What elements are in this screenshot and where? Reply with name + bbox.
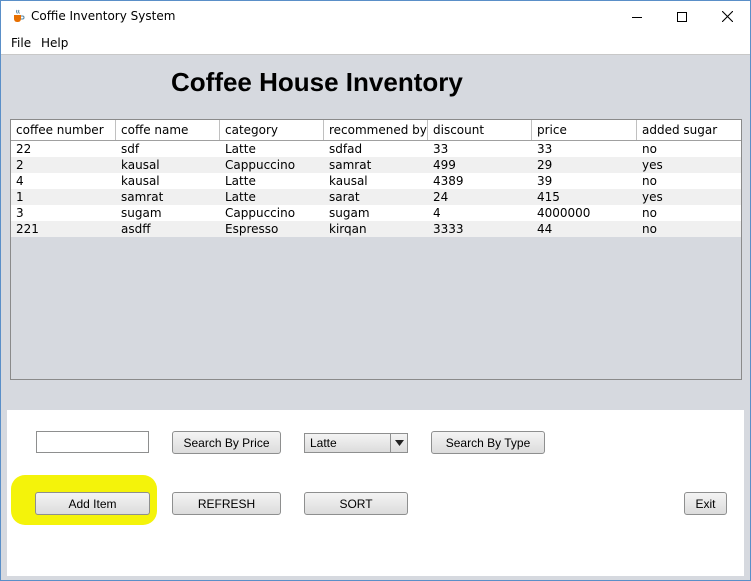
search-by-type-button[interactable]: Search By Type	[431, 431, 545, 454]
cell-price[interactable]: 44	[532, 221, 637, 237]
table-row[interactable]: 1 samrat Latte sarat 24 415 yes	[11, 189, 741, 205]
cell-coffe-name[interactable]: kausal	[116, 173, 220, 189]
chevron-down-icon	[394, 440, 404, 446]
maximize-icon	[677, 11, 687, 22]
cell-added-sugar[interactable]: no	[637, 205, 741, 221]
cell-coffee-number[interactable]: 2	[11, 157, 116, 173]
column-header-category[interactable]: category	[220, 120, 324, 140]
java-cup-icon	[14, 9, 25, 22]
cell-recommened-by[interactable]: kausal	[324, 173, 428, 189]
exit-button[interactable]: Exit	[684, 492, 727, 515]
cell-price[interactable]: 33	[532, 141, 637, 157]
category-select[interactable]: Latte	[304, 433, 408, 453]
cell-recommened-by[interactable]: sugam	[324, 205, 428, 221]
cell-added-sugar[interactable]: yes	[637, 189, 741, 205]
table-row[interactable]: 3 sugam Cappuccino sugam 4 4000000 no	[11, 205, 741, 221]
cell-price[interactable]: 4000000	[532, 205, 637, 221]
cell-discount[interactable]: 4389	[428, 173, 532, 189]
inventory-table[interactable]: coffee number coffe name category recomm…	[10, 119, 742, 380]
cell-price[interactable]: 29	[532, 157, 637, 173]
table-row[interactable]: 22 sdf Latte sdfad 33 33 no	[11, 141, 741, 157]
column-header-coffee-number[interactable]: coffee number	[11, 120, 116, 140]
cell-coffee-number[interactable]: 22	[11, 141, 116, 157]
cell-recommened-by[interactable]: sdfad	[324, 141, 428, 157]
search-by-price-button[interactable]: Search By Price	[172, 431, 281, 454]
cell-category[interactable]: Cappuccino	[220, 205, 324, 221]
table-row[interactable]: 4 kausal Latte kausal 4389 39 no	[11, 173, 741, 189]
search-input[interactable]	[36, 431, 149, 453]
cell-coffee-number[interactable]: 3	[11, 205, 116, 221]
column-header-recommened-by[interactable]: recommened by	[324, 120, 428, 140]
cell-coffe-name[interactable]: sdf	[116, 141, 220, 157]
cell-added-sugar[interactable]: yes	[637, 157, 741, 173]
menu-file[interactable]: File	[11, 36, 31, 50]
cell-coffe-name[interactable]: kausal	[116, 157, 220, 173]
app-window: Coffie Inventory System File Help Coffee…	[0, 0, 751, 581]
cell-discount[interactable]: 33	[428, 141, 532, 157]
close-button[interactable]	[704, 1, 750, 32]
cell-recommened-by[interactable]: samrat	[324, 157, 428, 173]
cell-discount[interactable]: 24	[428, 189, 532, 205]
refresh-button[interactable]: REFRESH	[172, 492, 281, 515]
table-header: coffee number coffe name category recomm…	[11, 120, 741, 141]
page-title: Coffee House Inventory	[171, 67, 463, 97]
cell-coffee-number[interactable]: 4	[11, 173, 116, 189]
sort-button[interactable]: SORT	[304, 492, 408, 515]
table-row[interactable]: 2 kausal Cappuccino samrat 499 29 yes	[11, 157, 741, 173]
menu-bar: File Help	[1, 32, 750, 55]
cell-price[interactable]: 39	[532, 173, 637, 189]
cell-discount[interactable]: 3333	[428, 221, 532, 237]
cell-recommened-by[interactable]: kirqan	[324, 221, 428, 237]
table-row[interactable]: 221 asdff Espresso kirqan 3333 44 no	[11, 221, 741, 237]
cell-discount[interactable]: 4	[428, 205, 532, 221]
cell-coffe-name[interactable]: asdff	[116, 221, 220, 237]
minimize-button[interactable]	[614, 1, 660, 32]
column-header-discount[interactable]: discount	[428, 120, 532, 140]
maximize-button[interactable]	[659, 1, 705, 32]
category-select-value: Latte	[310, 436, 337, 450]
column-header-added-sugar[interactable]: added sugar	[637, 120, 741, 140]
cell-category[interactable]: Latte	[220, 173, 324, 189]
add-item-button[interactable]: Add Item	[35, 492, 150, 515]
cell-coffe-name[interactable]: samrat	[116, 189, 220, 205]
cell-price[interactable]: 415	[532, 189, 637, 205]
cell-added-sugar[interactable]: no	[637, 221, 741, 237]
window-title: Coffie Inventory System	[31, 9, 176, 23]
cell-added-sugar[interactable]: no	[637, 173, 741, 189]
cell-coffee-number[interactable]: 221	[11, 221, 116, 237]
cell-category[interactable]: Latte	[220, 189, 324, 205]
column-header-coffe-name[interactable]: coffe name	[116, 120, 220, 140]
cell-category[interactable]: Latte	[220, 141, 324, 157]
cell-added-sugar[interactable]: no	[637, 141, 741, 157]
menu-help[interactable]: Help	[41, 36, 68, 50]
combo-arrow[interactable]	[390, 434, 407, 452]
cell-category[interactable]: Cappuccino	[220, 157, 324, 173]
cell-coffe-name[interactable]: sugam	[116, 205, 220, 221]
close-icon	[721, 11, 733, 22]
cell-recommened-by[interactable]: sarat	[324, 189, 428, 205]
cell-coffee-number[interactable]: 1	[11, 189, 116, 205]
minimize-icon	[632, 16, 642, 18]
title-bar[interactable]: Coffie Inventory System	[1, 1, 750, 32]
cell-category[interactable]: Espresso	[220, 221, 324, 237]
column-header-price[interactable]: price	[532, 120, 637, 140]
cell-discount[interactable]: 499	[428, 157, 532, 173]
